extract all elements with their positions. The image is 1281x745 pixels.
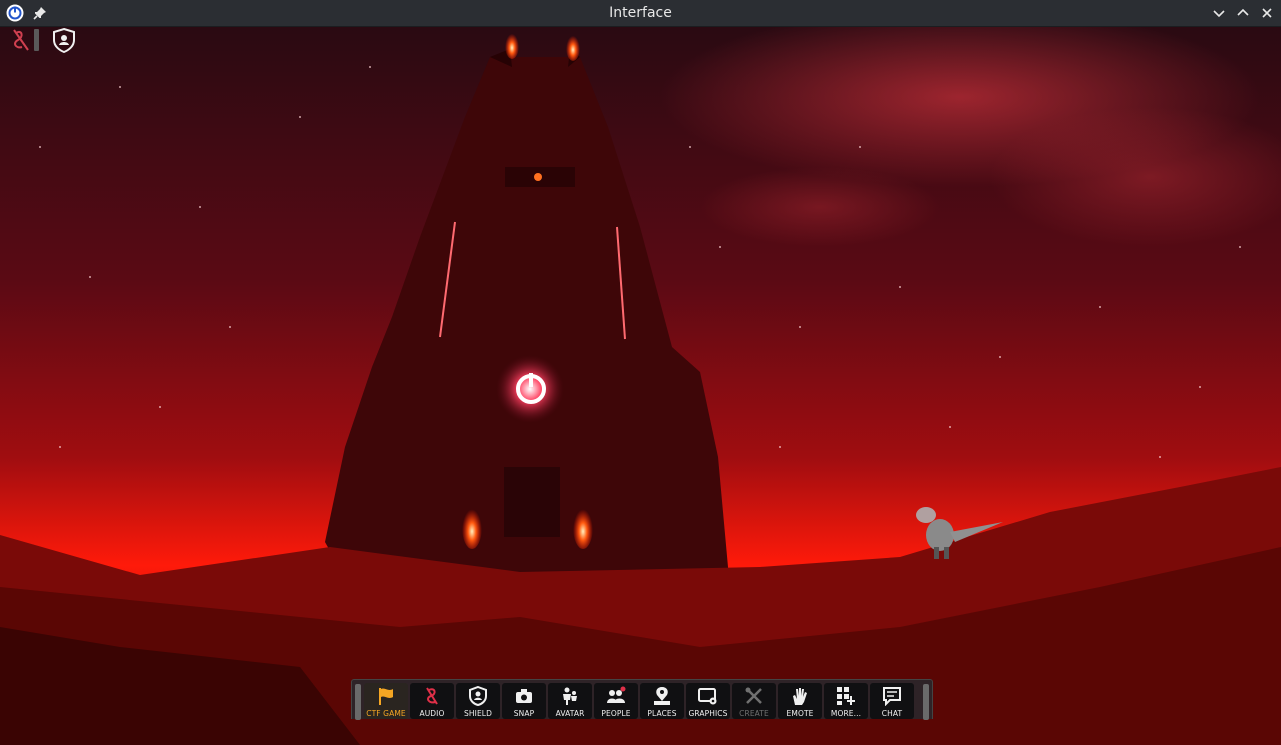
- avatar-button[interactable]: AVATAR: [548, 683, 592, 719]
- emote-label: EMOTE: [786, 709, 814, 718]
- people-button[interactable]: PEOPLE: [594, 683, 638, 719]
- audio-muted-icon: [426, 687, 438, 705]
- bottom-toolbar: CTF GAME AUDIO SHIELD SNAP AVATAR PEOPLE…: [351, 679, 933, 720]
- window-title: Interface: [609, 5, 672, 21]
- more-label: MORE...: [830, 709, 862, 718]
- places-label: PLACES: [647, 709, 677, 718]
- graphics-icon: [698, 688, 717, 705]
- more-apps-icon: [837, 687, 855, 705]
- chat-bubble-icon: [883, 687, 901, 706]
- create-label: CREATE: [739, 709, 769, 718]
- shield-icon: [469, 686, 487, 706]
- camera-icon: [516, 689, 532, 703]
- places-button[interactable]: PLACES: [640, 683, 684, 719]
- ctf-game-button[interactable]: CTF GAME: [364, 683, 408, 719]
- audio-button[interactable]: AUDIO: [410, 683, 454, 719]
- graphics-button[interactable]: GRAPHICS: [686, 683, 730, 719]
- toolbar-right-grip[interactable]: [923, 684, 929, 720]
- close-icon[interactable]: [1259, 5, 1275, 21]
- places-icon: [654, 687, 670, 705]
- hand-wave-icon: [793, 688, 807, 705]
- graphics-label: GRAPHICS: [688, 709, 728, 718]
- shield-button[interactable]: SHIELD: [456, 683, 500, 719]
- people-label: PEOPLE: [601, 709, 631, 718]
- chat-label: CHAT: [881, 709, 903, 718]
- minimize-chevron-icon[interactable]: [1211, 5, 1227, 21]
- flag-icon: [379, 688, 393, 705]
- more-button[interactable]: MORE...: [824, 683, 868, 719]
- avatar-icon: [563, 687, 577, 705]
- window-titlebar: Interface: [0, 0, 1281, 27]
- emote-button[interactable]: EMOTE: [778, 683, 822, 719]
- shield-label: SHIELD: [464, 709, 492, 718]
- avatar-label: AVATAR: [555, 709, 585, 718]
- shield-bubble-icon[interactable]: [52, 27, 76, 53]
- snap-button[interactable]: SNAP: [502, 683, 546, 719]
- chat-button[interactable]: CHAT: [870, 683, 914, 719]
- maximize-chevron-icon[interactable]: [1235, 5, 1251, 21]
- snap-label: SNAP: [513, 709, 535, 718]
- create-tools-icon: [745, 687, 762, 704]
- scene-render: [0, 27, 1281, 745]
- mute-audio-icon[interactable]: [10, 27, 44, 53]
- audio-label: AUDIO: [419, 709, 445, 718]
- world-viewport[interactable]: [0, 27, 1281, 745]
- people-icon: [607, 686, 626, 703]
- create-button[interactable]: CREATE: [732, 683, 776, 719]
- ctf-game-label: CTF GAME: [366, 709, 406, 718]
